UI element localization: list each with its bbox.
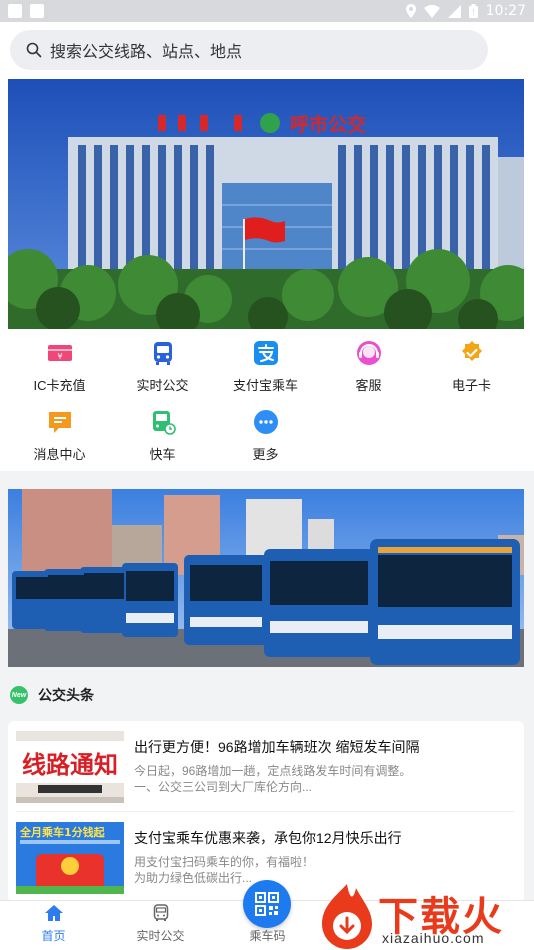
tab-ride-code-label: 乘车码 bbox=[249, 929, 286, 943]
alipay-ride-label: 支付宝乘车 bbox=[232, 378, 298, 393]
svg-text:¥: ¥ bbox=[57, 352, 62, 361]
search-icon bbox=[26, 42, 42, 58]
alipay-ride-button[interactable]: 支付宝乘车 bbox=[214, 339, 317, 394]
status-bar: ! 10:27 bbox=[0, 0, 534, 22]
bus-tab-icon bbox=[153, 904, 168, 921]
news-desc-line1: 今日起，96路增加一趟，定点线路发车时间有调整。 bbox=[134, 764, 412, 778]
signal-icon bbox=[447, 4, 461, 18]
news-item[interactable]: 线路通知 出行更方便！96路增加车辆班次 缩短发车间隔 今日起，96路增加一趟，… bbox=[16, 729, 514, 812]
alipay-icon bbox=[253, 341, 278, 365]
customer-service-label: 客服 bbox=[355, 378, 382, 393]
message-center-button[interactable]: 消息中心 bbox=[8, 408, 111, 463]
search-input[interactable]: 搜索公交线路、站点、地点 bbox=[10, 30, 488, 70]
svg-text:!: ! bbox=[472, 8, 475, 17]
news-title: 出行更方便！96路增加车辆班次 缩短发车间隔 bbox=[134, 739, 420, 755]
quick-actions-grid: ¥ IC卡充值 实时公交 支付宝乘车 客服 电子卡 消息中心 快车 更多 bbox=[0, 329, 534, 471]
express-bus-icon bbox=[152, 411, 176, 435]
bus-icon bbox=[153, 342, 172, 365]
qr-code-icon bbox=[255, 892, 279, 916]
news-list: 线路通知 出行更方便！96路增加车辆班次 缩短发车间隔 今日起，96路增加一趟，… bbox=[8, 721, 524, 902]
ride-code-button[interactable] bbox=[243, 880, 291, 928]
ic-card-icon: ¥ bbox=[47, 345, 72, 361]
message-center-label: 消息中心 bbox=[33, 447, 86, 462]
tab-home-label: 首页 bbox=[41, 929, 66, 943]
customer-service-button[interactable]: 客服 bbox=[317, 339, 420, 394]
watermark: 下载火 xiazaihuo.com bbox=[316, 880, 534, 950]
photo-notification-icon bbox=[30, 4, 44, 18]
realtime-bus-button[interactable]: 实时公交 bbox=[111, 339, 214, 394]
ic-card-recharge-button[interactable]: ¥ IC卡充值 bbox=[8, 339, 111, 394]
more-label: 更多 bbox=[252, 447, 279, 462]
home-icon bbox=[44, 905, 63, 921]
more-icon bbox=[253, 410, 278, 434]
thumb-text-route-notice: 线路通知 bbox=[22, 751, 118, 779]
watermark-flame-logo bbox=[322, 884, 372, 949]
tab-home[interactable]: 首页 bbox=[0, 901, 107, 950]
news-desc-line1: 用支付宝扫码乘车的你，有福啦！ bbox=[134, 855, 315, 869]
location-icon bbox=[405, 4, 416, 18]
top-banner-image[interactable]: 呼市公交 bbox=[8, 79, 524, 329]
tab-realtime-bus-label: 实时公交 bbox=[136, 929, 185, 943]
wifi-icon bbox=[423, 4, 440, 18]
message-icon bbox=[48, 412, 71, 433]
e-card-badge-icon bbox=[461, 341, 482, 361]
e-card-button[interactable]: 电子卡 bbox=[420, 339, 523, 394]
tab-realtime-bus[interactable]: 实时公交 bbox=[107, 901, 214, 950]
express-bus-button[interactable]: 快车 bbox=[111, 408, 214, 463]
alipay-promo-thumbnail: 全月乘车1分钱起 bbox=[16, 822, 124, 894]
search-placeholder: 搜索公交线路、站点、地点 bbox=[50, 44, 243, 61]
ic-card-recharge-label: IC卡充值 bbox=[33, 378, 86, 393]
battery-icon: ! bbox=[468, 4, 478, 18]
customer-service-icon bbox=[356, 341, 381, 365]
notification-icon bbox=[8, 4, 22, 18]
buses-banner-image[interactable] bbox=[8, 489, 524, 667]
more-button[interactable]: 更多 bbox=[214, 408, 317, 463]
clock: 10:27 bbox=[485, 3, 526, 19]
news-title: 支付宝乘车优惠来袭，承包你12月快乐出行 bbox=[134, 830, 402, 846]
express-bus-label: 快车 bbox=[149, 447, 176, 462]
news-desc-line2: 一、公交三公司到大厂库伦方向... bbox=[134, 780, 313, 794]
news-logo-icon: New bbox=[10, 686, 28, 704]
route-notice-thumbnail: 线路通知 bbox=[16, 731, 124, 803]
e-card-label: 电子卡 bbox=[451, 378, 491, 393]
building-sign-text: 呼市公交 bbox=[290, 113, 366, 136]
watermark-url: xiazaihuo.com bbox=[382, 930, 485, 946]
thumb-text-promo: 全月乘车1分钱起 bbox=[19, 825, 106, 839]
realtime-bus-label: 实时公交 bbox=[136, 378, 189, 393]
news-section-title: 公交头条 bbox=[38, 687, 94, 703]
